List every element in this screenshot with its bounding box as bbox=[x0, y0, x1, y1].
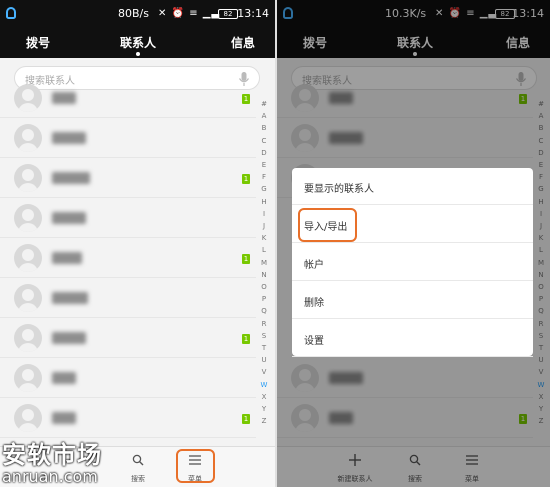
contact-name-blurred bbox=[52, 172, 90, 184]
index-letter[interactable]: M bbox=[258, 257, 270, 269]
tab-bar: 拨号 联系人 信息 bbox=[0, 28, 275, 58]
avatar-icon bbox=[14, 244, 42, 272]
sim-badge: 1 bbox=[242, 334, 250, 344]
sim-badge: 1 bbox=[242, 414, 250, 424]
index-letter[interactable]: V bbox=[258, 366, 270, 378]
index-letter[interactable]: W bbox=[258, 379, 270, 391]
contact-row[interactable] bbox=[0, 198, 256, 238]
avatar-icon bbox=[14, 364, 42, 392]
avatar-icon bbox=[14, 204, 42, 232]
search-icon bbox=[132, 454, 144, 466]
avatar-icon bbox=[14, 284, 42, 312]
contact-name-blurred bbox=[52, 132, 86, 144]
menu-item-accounts[interactable]: 帐户 bbox=[292, 244, 533, 281]
index-letter[interactable]: Y bbox=[258, 403, 270, 415]
contact-row[interactable] bbox=[0, 358, 256, 398]
sim-badge: 1 bbox=[242, 94, 250, 104]
status-icons: ✕ ⏰ ≡ ▁▃ bbox=[158, 8, 221, 19]
avatar-icon bbox=[14, 324, 42, 352]
contact-name-blurred bbox=[52, 292, 88, 304]
index-letter[interactable]: # bbox=[258, 98, 270, 110]
avatar-icon bbox=[14, 124, 42, 152]
avatar-icon bbox=[14, 404, 42, 432]
index-letter[interactable]: O bbox=[258, 281, 270, 293]
tab-dialer[interactable]: 拨号 bbox=[26, 34, 50, 51]
index-letter[interactable]: Z bbox=[258, 415, 270, 427]
contact-name-blurred bbox=[52, 92, 76, 104]
status-time: 13:14 bbox=[237, 7, 269, 20]
menu-item-label: 要显示的联系人 bbox=[304, 184, 374, 195]
menu-item-label: 设置 bbox=[304, 336, 324, 347]
sim-badge: 1 bbox=[242, 254, 250, 264]
contact-row[interactable]: 1 bbox=[0, 398, 256, 438]
search-label: 搜索 bbox=[131, 475, 145, 483]
options-menu: 要显示的联系人 导入/导出 帐户 删除 设置 bbox=[292, 168, 533, 357]
watermark-chinese: 安软市场 bbox=[2, 441, 102, 469]
index-letter[interactable]: Q bbox=[258, 305, 270, 317]
menu-highlight-frame bbox=[176, 449, 215, 483]
contact-name-blurred bbox=[52, 252, 82, 264]
index-letter[interactable]: F bbox=[258, 171, 270, 183]
avatar-icon bbox=[14, 164, 42, 192]
menu-item-label: 删除 bbox=[304, 298, 324, 309]
index-letter[interactable]: T bbox=[258, 342, 270, 354]
menu-item-display-contacts[interactable]: 要显示的联系人 bbox=[292, 168, 533, 205]
index-letter[interactable]: S bbox=[258, 330, 270, 342]
index-letter[interactable]: U bbox=[258, 354, 270, 366]
alphabet-index[interactable]: # A B C D E F G H I J K L M N O P Q R S … bbox=[258, 98, 270, 427]
contact-row[interactable]: 1 bbox=[0, 238, 256, 278]
index-letter[interactable]: L bbox=[258, 244, 270, 256]
network-speed: 80B/s bbox=[118, 7, 149, 20]
watermark-domain: anruan.com bbox=[2, 467, 98, 486]
menu-item-settings[interactable]: 设置 bbox=[292, 320, 533, 357]
index-letter[interactable]: C bbox=[258, 135, 270, 147]
contact-row[interactable] bbox=[0, 118, 256, 158]
contact-row[interactable]: 1 bbox=[0, 158, 256, 198]
watermark: 安软市场 anruan.com bbox=[2, 442, 102, 486]
tab-messages[interactable]: 信息 bbox=[231, 34, 255, 51]
battery-icon: 82 bbox=[218, 9, 238, 19]
search-button[interactable]: 搜索 bbox=[118, 451, 158, 484]
index-letter[interactable]: D bbox=[258, 147, 270, 159]
contact-name-blurred bbox=[52, 212, 86, 224]
index-letter[interactable]: X bbox=[258, 391, 270, 403]
menu-item-label: 帐户 bbox=[304, 260, 324, 271]
contact-name-blurred bbox=[52, 412, 76, 424]
index-letter[interactable]: A bbox=[258, 110, 270, 122]
index-letter[interactable]: E bbox=[258, 159, 270, 171]
index-letter[interactable]: I bbox=[258, 208, 270, 220]
index-letter[interactable]: R bbox=[258, 318, 270, 330]
active-tab-indicator bbox=[136, 52, 140, 56]
contact-name-blurred bbox=[52, 332, 86, 344]
contacts-screen-right: 10.3K/s ✕ ⏰ ≡ ▁▃ 82 13:14 拨号 联系人 信息 搜索联系… bbox=[275, 0, 550, 487]
index-letter[interactable]: P bbox=[258, 293, 270, 305]
import-export-highlight-frame bbox=[298, 208, 357, 242]
contact-name-blurred bbox=[52, 372, 76, 384]
avatar-icon bbox=[14, 84, 42, 112]
contact-row[interactable]: 1 bbox=[0, 78, 256, 118]
notification-icon bbox=[6, 7, 16, 19]
sim-badge: 1 bbox=[242, 174, 250, 184]
tab-contacts[interactable]: 联系人 bbox=[120, 34, 156, 51]
index-letter[interactable]: H bbox=[258, 196, 270, 208]
index-letter[interactable]: K bbox=[258, 232, 270, 244]
menu-item-delete[interactable]: 删除 bbox=[292, 282, 533, 319]
index-letter[interactable]: J bbox=[258, 220, 270, 232]
index-letter[interactable]: B bbox=[258, 122, 270, 134]
index-letter[interactable]: G bbox=[258, 183, 270, 195]
contact-row[interactable] bbox=[0, 278, 256, 318]
contacts-screen-left: 80B/s ✕ ⏰ ≡ ▁▃ 82 13:14 拨号 联系人 信息 搜索联系人 … bbox=[0, 0, 275, 487]
status-bar: 80B/s ✕ ⏰ ≡ ▁▃ 82 13:14 bbox=[0, 0, 275, 28]
contact-row[interactable]: 1 bbox=[0, 318, 256, 358]
index-letter[interactable]: N bbox=[258, 269, 270, 281]
